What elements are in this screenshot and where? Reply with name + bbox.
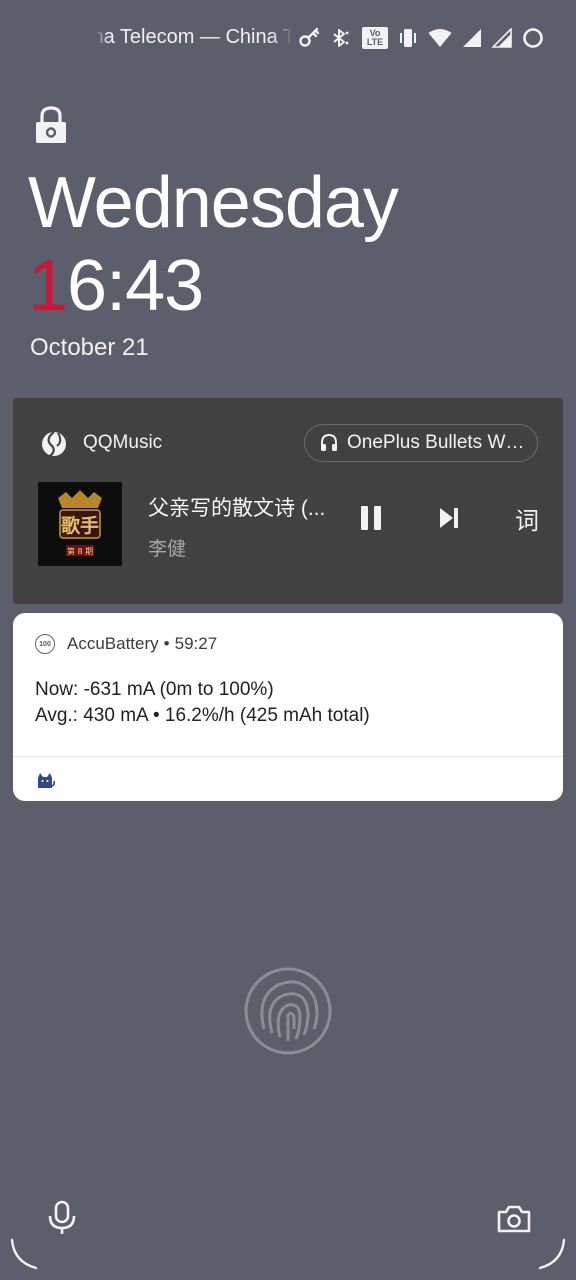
skip-next-icon	[440, 508, 458, 528]
carrier-label: ina Telecom — China T	[96, 26, 292, 48]
camera-icon[interactable]	[497, 1204, 531, 1234]
album-art: 歌手 第 8 期	[38, 482, 122, 566]
signal-icon	[492, 28, 512, 48]
status-icons: Vo LTE	[298, 24, 544, 52]
accubattery-notification[interactable]: 100 AccuBattery • 59:27 Now: -631 mA (0m…	[13, 613, 563, 801]
notification-time: 59:27	[174, 634, 218, 653]
clock: 16:43	[28, 244, 204, 328]
wifi-icon	[428, 29, 452, 47]
accubattery-icon: 100	[35, 634, 55, 654]
clock-hour-first-digit: 1	[28, 246, 68, 326]
current-draw-text: Now: -631 mA (0m to 100%)	[35, 679, 274, 700]
divider	[13, 756, 563, 757]
left-corner-arc	[10, 1238, 38, 1270]
key-icon	[299, 27, 320, 47]
album-art-subtitle: 第 8 期	[67, 546, 93, 556]
right-corner-arc	[538, 1238, 566, 1270]
volte-icon: Vo LTE	[362, 27, 388, 49]
signal-icon	[463, 29, 481, 47]
header-separator: •	[163, 634, 170, 653]
battery-ring-icon	[523, 28, 543, 48]
clock-rest: 6:43	[67, 246, 204, 326]
notification-header: 100 AccuBattery • 59:27	[35, 633, 217, 655]
cat-icon[interactable]	[35, 770, 55, 790]
qqmusic-icon	[42, 431, 66, 457]
average-draw-text: Avg.: 430 mA • 16.2%/h (425 mAh total)	[35, 705, 370, 726]
pause-button[interactable]	[353, 500, 389, 536]
output-device-label: OnePlus Bullets Wi...	[347, 432, 525, 453]
media-app-name: QQMusic	[83, 432, 163, 453]
song-artist: 李健	[148, 539, 187, 560]
album-art-title: 歌手	[61, 514, 99, 537]
output-device-chip[interactable]: OnePlus Bullets Wi...	[304, 424, 538, 462]
next-track-button[interactable]	[431, 500, 467, 536]
fingerprint-icon[interactable]	[244, 967, 332, 1055]
headphones-icon	[321, 433, 337, 451]
date: October 21	[30, 334, 149, 361]
bluetooth-icon	[333, 29, 349, 47]
status-bar: ina Telecom — China T Vo LTE	[0, 0, 576, 76]
media-notification[interactable]: QQMusic OnePlus Bullets Wi... 歌手 第 8 期 父…	[13, 398, 563, 604]
lock-icon	[36, 106, 66, 143]
day-of-week: Wednesday	[28, 163, 399, 243]
vibrate-icon	[400, 29, 416, 47]
pause-icon	[361, 506, 381, 530]
notification-app-name: AccuBattery	[67, 634, 159, 653]
lyrics-button[interactable]: 词	[509, 500, 545, 536]
song-title: 父亲写的散文诗 (...	[148, 497, 326, 520]
microphone-icon[interactable]	[46, 1200, 78, 1236]
